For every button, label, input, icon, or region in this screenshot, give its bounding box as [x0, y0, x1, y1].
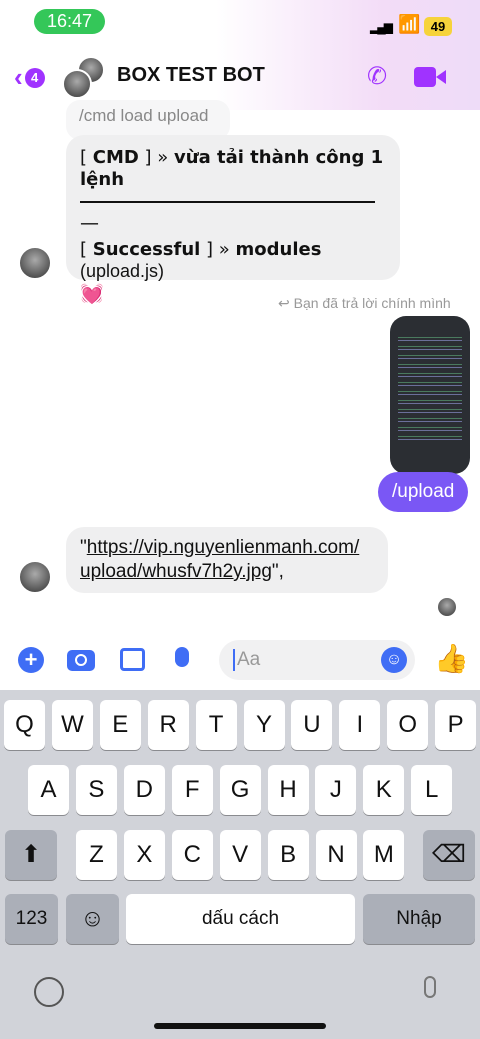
key-g[interactable]: G [219, 765, 261, 815]
input-placeholder: Aa [233, 649, 260, 671]
key-p[interactable]: P [435, 700, 477, 750]
upload-link[interactable]: https://vip.nguyenlienmanh.com/ [87, 537, 360, 558]
key-v[interactable]: V [219, 830, 261, 880]
key-n[interactable]: N [315, 830, 357, 880]
key-y[interactable]: Y [243, 700, 285, 750]
bot-avatar [18, 246, 52, 280]
key-r[interactable]: R [147, 700, 189, 750]
key-i[interactable]: I [339, 700, 381, 750]
enter-key[interactable]: Nhập [363, 894, 475, 944]
key-k[interactable]: K [363, 765, 405, 815]
emoji-key[interactable]: ☺ [66, 894, 119, 944]
upload-link-cont[interactable]: upload/whusfv7h2y.jpg [80, 561, 272, 582]
key-o[interactable]: O [387, 700, 429, 750]
camera-icon[interactable] [67, 650, 95, 671]
key-m[interactable]: M [363, 830, 405, 880]
keyboard: QWERTYUIOP ASDFGHJKL ZXCVBNM ⬆ ⌫ 123 ☺ d… [0, 690, 480, 1039]
globe-icon[interactable] [34, 977, 64, 1007]
key-f[interactable]: F [171, 765, 213, 815]
chevron-left-icon: ‹ [14, 62, 23, 92]
seen-avatar [438, 598, 456, 616]
plus-icon[interactable]: + [18, 647, 44, 673]
key-s[interactable]: S [75, 765, 117, 815]
key-w[interactable]: W [51, 700, 93, 750]
link-message[interactable]: "https://vip.nguyenlienmanh.com/ upload/… [66, 527, 388, 593]
phone-call-icon[interactable]: ✆ [367, 62, 387, 91]
group-avatar-front [62, 69, 92, 99]
key-e[interactable]: E [99, 700, 141, 750]
emoji-icon[interactable]: ☺ [381, 647, 407, 673]
gallery-icon[interactable] [120, 648, 145, 671]
key-x[interactable]: X [123, 830, 165, 880]
key-c[interactable]: C [171, 830, 213, 880]
numbers-key[interactable]: 123 [5, 894, 58, 944]
backspace-key[interactable]: ⌫ [423, 830, 475, 880]
message-input[interactable]: Aa ☺ [219, 640, 415, 680]
battery-indicator: 49 [424, 17, 452, 36]
key-l[interactable]: L [411, 765, 453, 815]
reply-arrow-icon: ↩ [278, 295, 294, 311]
home-indicator [154, 1023, 326, 1029]
dictation-mic-icon[interactable] [424, 976, 436, 998]
bot-line-2: [ Successful ] » modules (upload.js) [80, 238, 322, 281]
microphone-icon[interactable] [175, 647, 189, 667]
key-z[interactable]: Z [76, 830, 117, 880]
user-message[interactable]: /upload [378, 472, 469, 512]
divider-dash: — [80, 211, 99, 234]
key-h[interactable]: H [267, 765, 309, 815]
key-j[interactable]: J [315, 765, 357, 815]
unread-badge: 4 [24, 67, 45, 88]
key-b[interactable]: B [267, 830, 309, 880]
shift-key[interactable]: ⬆ [5, 830, 57, 880]
reply-quote[interactable]: /cmd load upload [66, 100, 230, 140]
back-button[interactable]: ‹ 4 [14, 62, 45, 93]
key-u[interactable]: U [291, 700, 333, 750]
status-time: 16:47 [34, 9, 105, 34]
key-t[interactable]: T [195, 700, 237, 750]
space-key[interactable]: dấu cách [126, 894, 355, 944]
signal-icon: ▂▄▆ [370, 20, 393, 34]
reply-note: ↩ Bạn đã trả lời chính mình [278, 295, 451, 311]
key-a[interactable]: A [28, 765, 69, 815]
bot-line-1: [ CMD ] » vừa tải thành công 1 lệnh [80, 147, 384, 190]
chat-title[interactable]: BOX TEST BOT [117, 64, 265, 87]
divider [80, 200, 375, 217]
key-q[interactable]: Q [4, 700, 45, 750]
thumbs-up-icon[interactable]: 👍 [434, 642, 469, 675]
bot-message[interactable]: [ CMD ] » vừa tải thành công 1 lệnh — [ … [66, 135, 400, 305]
key-d[interactable]: D [123, 765, 165, 815]
bot-avatar-2 [18, 560, 52, 594]
wifi-icon: 📶 [398, 14, 421, 34]
video-call-icon[interactable] [414, 67, 446, 87]
image-attachment[interactable] [390, 316, 470, 474]
